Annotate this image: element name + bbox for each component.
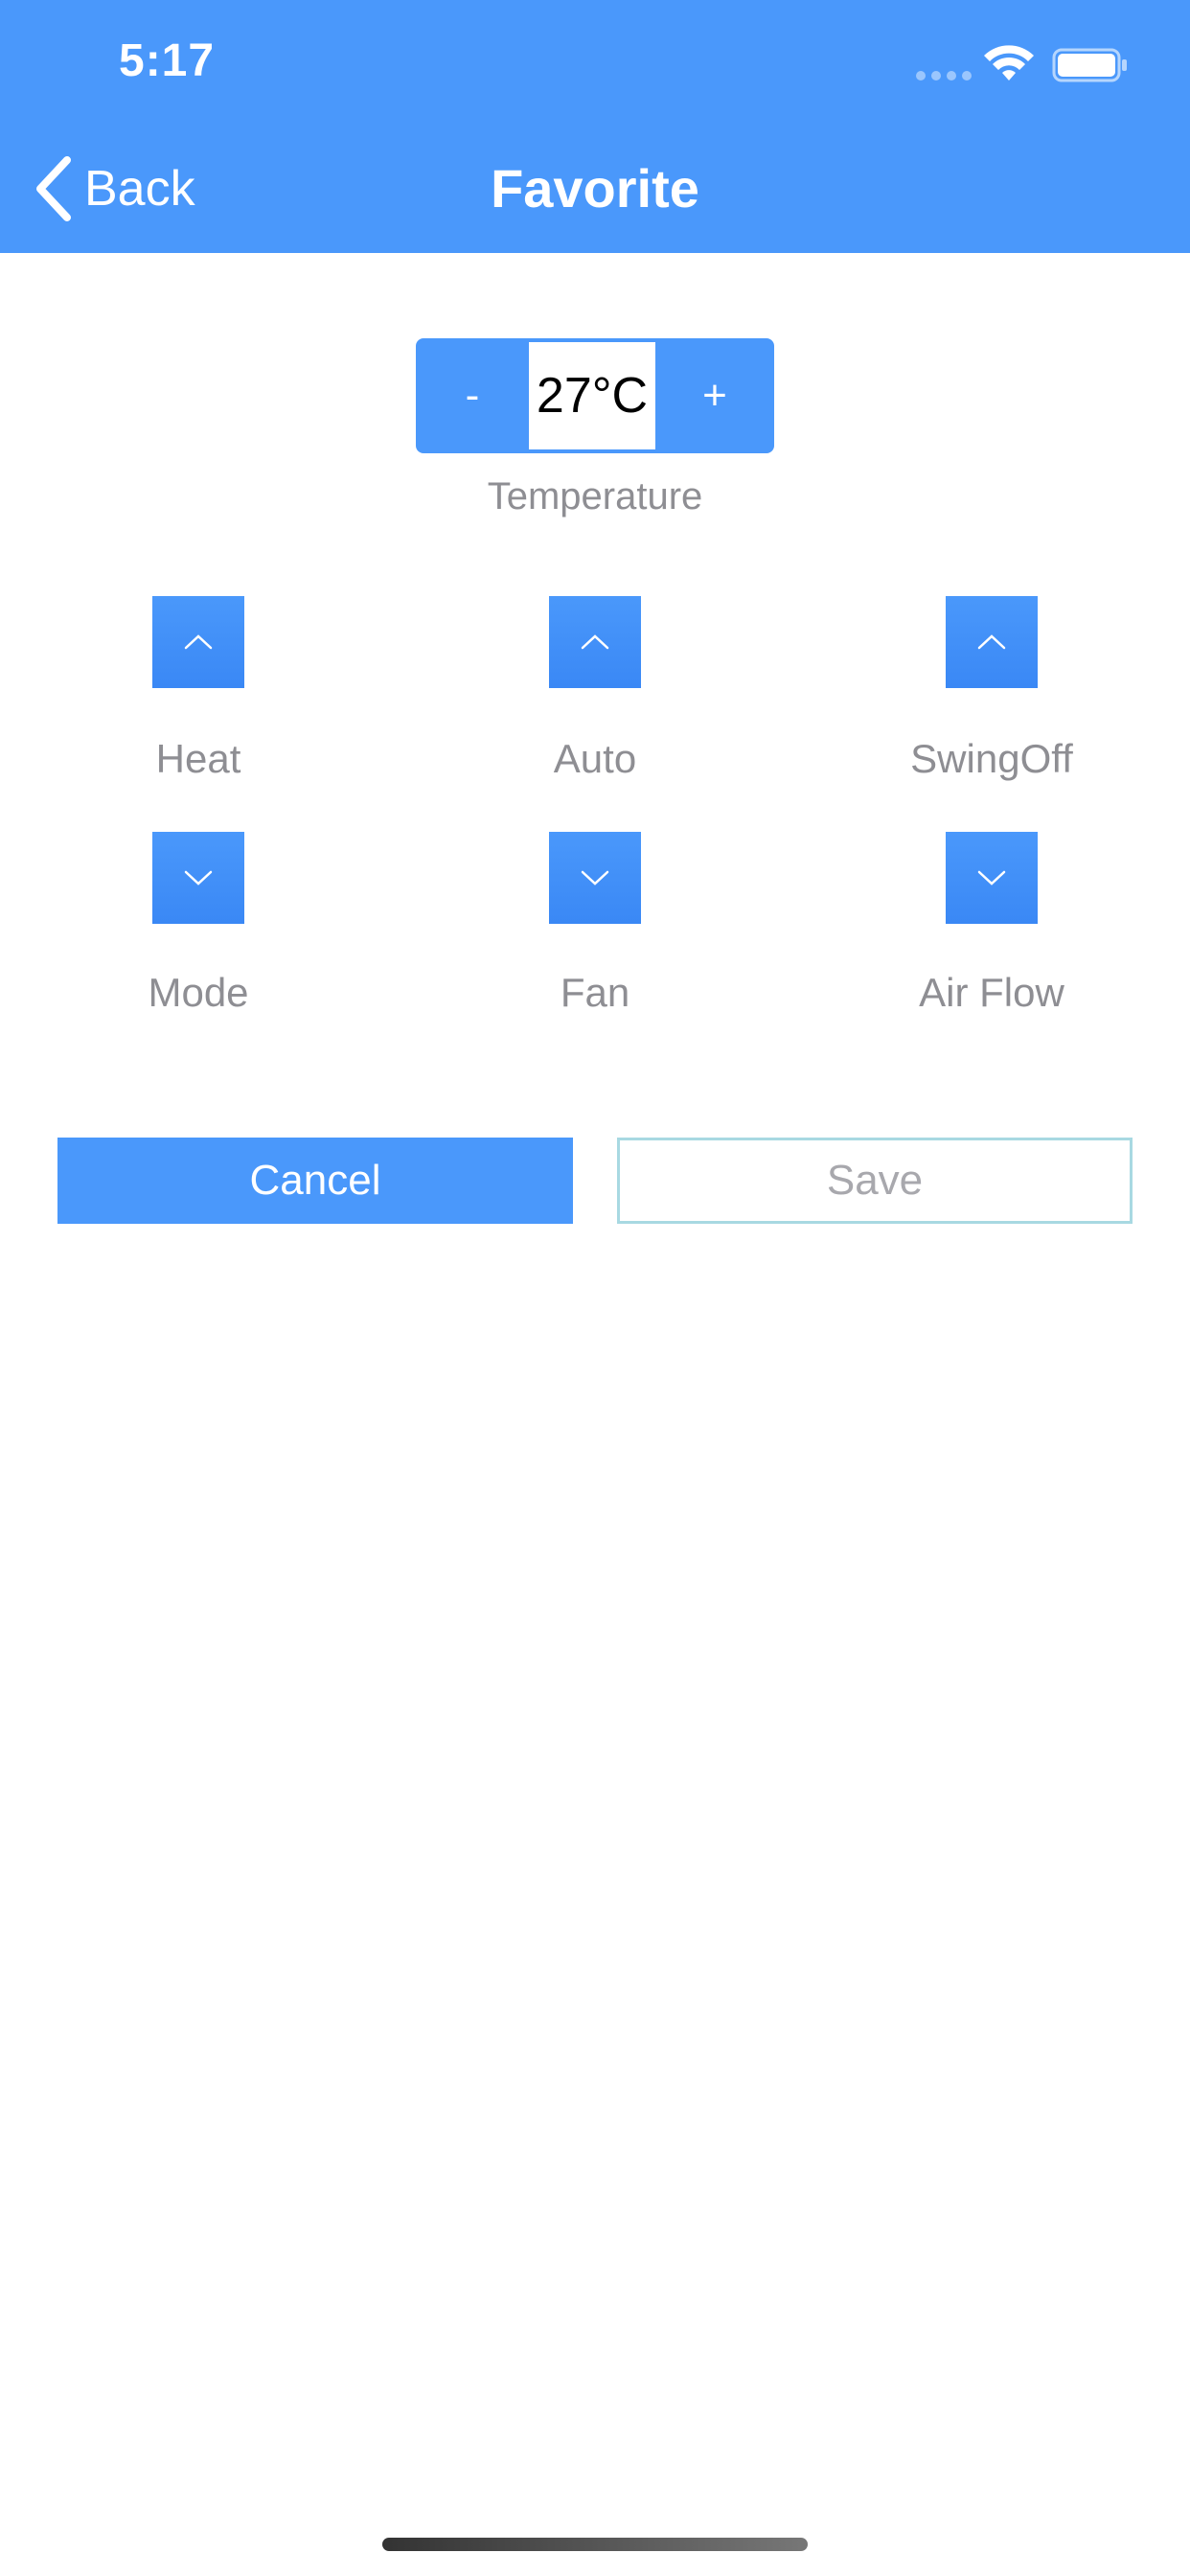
chevron-up-icon bbox=[977, 634, 1006, 650]
home-indicator[interactable] bbox=[382, 2538, 808, 2551]
battery-icon bbox=[1052, 48, 1127, 82]
wifi-icon bbox=[984, 45, 1034, 80]
signal-dots-icon bbox=[916, 71, 972, 82]
fan-value: Auto bbox=[553, 736, 637, 781]
fan-label: Fan bbox=[560, 970, 630, 1015]
cancel-button[interactable]: Cancel bbox=[57, 1138, 573, 1224]
airflow-value: SwingOff bbox=[910, 736, 1073, 781]
save-button[interactable]: Save bbox=[617, 1138, 1133, 1224]
mode-label: Mode bbox=[148, 970, 249, 1015]
chevron-down-icon bbox=[977, 870, 1006, 886]
temperature-value: 27°C bbox=[529, 342, 655, 449]
fan-up-button[interactable] bbox=[549, 596, 641, 688]
temperature-stepper: - 27°C + bbox=[416, 338, 774, 453]
fan-down-button[interactable] bbox=[549, 832, 641, 924]
airflow-label: Air Flow bbox=[919, 970, 1064, 1015]
nav-header: 5:17 Back Favorite bbox=[0, 0, 1190, 253]
temperature-label: Temperature bbox=[487, 475, 703, 518]
mode-up-button[interactable] bbox=[152, 596, 244, 688]
temperature-increase-button[interactable]: + bbox=[655, 338, 774, 453]
temperature-decrease-button[interactable]: - bbox=[416, 338, 529, 453]
chevron-up-icon bbox=[581, 634, 609, 650]
status-time: 5:17 bbox=[119, 35, 216, 86]
mode-value: Heat bbox=[155, 736, 241, 781]
chevron-down-icon bbox=[581, 870, 609, 886]
airflow-up-button[interactable] bbox=[946, 596, 1038, 688]
chevron-up-icon bbox=[184, 634, 213, 650]
chevron-down-icon bbox=[184, 870, 213, 886]
airflow-down-button[interactable] bbox=[946, 832, 1038, 924]
mode-down-button[interactable] bbox=[152, 832, 244, 924]
page-title: Favorite bbox=[491, 158, 699, 218]
